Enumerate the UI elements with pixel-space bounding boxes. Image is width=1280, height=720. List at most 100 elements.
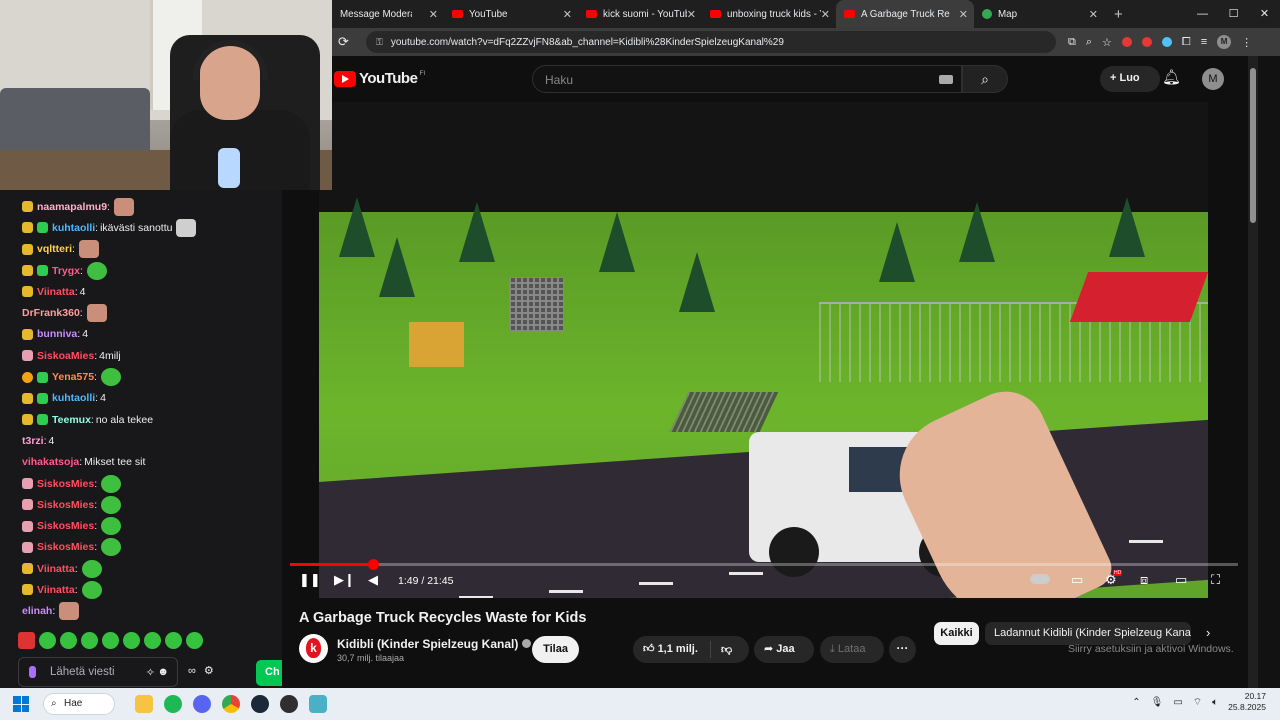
chrome-icon[interactable]: [222, 695, 240, 713]
speaker-icon[interactable]: 🔈︎: [1212, 697, 1218, 708]
subscribe-button[interactable]: Tilaa: [532, 636, 579, 663]
browser-tab[interactable]: unboxing truck kids - Yo ✕: [702, 0, 836, 28]
chat-badge-icon[interactable]: [22, 541, 33, 553]
close-tab-icon[interactable]: ✕: [1089, 8, 1098, 21]
theater-mode-icon[interactable]: ▭: [1175, 572, 1187, 588]
install-app-icon[interactable]: ⧉: [1068, 36, 1076, 49]
subtitles-icon[interactable]: ▭: [1071, 572, 1083, 588]
volume-icon[interactable]: ◀︎: [368, 572, 378, 588]
browser-tab[interactable]: Message Moderation - I ✕: [332, 0, 444, 28]
browser-tab[interactable]: Map ✕: [974, 0, 1104, 28]
bookmark-star-icon[interactable]: ☆: [1102, 36, 1112, 49]
chat-badge-icon[interactable]: [37, 392, 48, 404]
minimize-icon[interactable]: —: [1187, 0, 1218, 28]
browser-menu-icon[interactable]: ⋮: [1241, 36, 1252, 49]
chat-badge-icon[interactable]: [22, 371, 33, 383]
create-button[interactable]: + Luo: [1100, 66, 1160, 92]
emote-quick-bar[interactable]: [18, 632, 203, 649]
extensions-puzzle-icon[interactable]: ⧠: [1182, 36, 1191, 49]
chat-username[interactable]: kuhtaolli: [52, 392, 95, 404]
keyboard-icon[interactable]: [939, 75, 953, 84]
close-tab-icon[interactable]: ✕: [959, 8, 968, 21]
chat-username[interactable]: Viinatta: [37, 584, 75, 596]
chevron-right-icon[interactable]: ›: [1206, 625, 1210, 640]
chat-username[interactable]: DrFrank360: [22, 307, 80, 319]
channel-avatar[interactable]: k: [299, 634, 328, 663]
extension-red-icon[interactable]: [1121, 37, 1132, 47]
chat-message-input[interactable]: Lähetä viesti ✧ ☻: [18, 657, 178, 687]
browser-tab[interactable]: kick suomi - YouTube ✕: [578, 0, 702, 28]
chat-username[interactable]: elinah: [22, 605, 52, 617]
miniplayer-icon[interactable]: ⧈: [1140, 572, 1148, 588]
chat-badge-icon[interactable]: [22, 499, 33, 511]
download-button[interactable]: ⤓ Lataa: [820, 636, 884, 663]
close-window-icon[interactable]: ✕: [1249, 0, 1280, 28]
extension-adblock-icon[interactable]: [1141, 37, 1152, 47]
file-explorer-icon[interactable]: [135, 695, 153, 713]
chat-username[interactable]: Viinatta: [37, 563, 75, 575]
chat-username[interactable]: Viinatta: [37, 286, 75, 298]
chat-username[interactable]: Trygx: [52, 265, 80, 277]
chat-badge-icon[interactable]: [37, 371, 48, 383]
search-button[interactable]: ⌕: [962, 65, 1008, 93]
microphone-icon[interactable]: [29, 666, 36, 678]
display-icon[interactable]: ▭: [1173, 697, 1182, 708]
chat-username[interactable]: vqltteri: [37, 243, 72, 255]
emoji-icon[interactable]: ☻: [157, 666, 169, 678]
page-scrollbar[interactable]: [1248, 56, 1258, 688]
chat-username[interactable]: SiskosMies: [37, 478, 94, 490]
site-info-icon[interactable]: ⚿: [376, 37, 383, 48]
notifications-bell-icon[interactable]: 🔔︎: [1162, 68, 1181, 86]
youtube-logo[interactable]: YouTube FI: [334, 70, 425, 87]
steam-icon[interactable]: [251, 695, 269, 713]
autoplay-toggle[interactable]: [1030, 572, 1050, 587]
chat-username[interactable]: SiskosMies: [37, 499, 94, 511]
network-icon[interactable]: ⌔: [1193, 696, 1202, 709]
youtube-search-input[interactable]: Haku: [532, 65, 962, 93]
chat-username[interactable]: SiskosMies: [37, 541, 94, 553]
windows-start-icon[interactable]: [13, 696, 29, 712]
share-button[interactable]: ➦ Jaa: [754, 636, 814, 663]
browser-profile-avatar[interactable]: M: [1217, 35, 1232, 49]
scrollbar-thumb[interactable]: [1250, 68, 1256, 223]
chat-username[interactable]: Teemux: [52, 414, 91, 426]
fullscreen-icon[interactable]: ⛶: [1211, 572, 1220, 588]
chat-username[interactable]: kuhtaolli: [52, 222, 95, 234]
maximize-icon[interactable]: ☐: [1218, 0, 1249, 28]
channel-name[interactable]: Kidibli (Kinder Spielzeug Kanal): [337, 637, 532, 651]
chat-badge-icon[interactable]: [22, 350, 33, 362]
chat-badge-icon[interactable]: [37, 222, 48, 234]
address-bar[interactable]: ⚿ youtube.com/watch?v=dFq2ZZvjFN8&ab_cha…: [366, 31, 1056, 53]
chip-all[interactable]: Kaikki: [934, 622, 979, 645]
chat-username[interactable]: Yena575: [52, 371, 94, 383]
close-tab-icon[interactable]: ✕: [687, 8, 696, 21]
taskbar-search[interactable]: ⌕ Hae: [43, 693, 115, 715]
chat-badge-icon[interactable]: [37, 414, 48, 426]
chat-badge-icon[interactable]: [22, 563, 33, 575]
new-tab-button[interactable]: +: [1114, 6, 1123, 23]
chat-badge-icon[interactable]: [22, 392, 33, 404]
youtube-account-avatar[interactable]: M: [1202, 68, 1224, 90]
chat-username[interactable]: SiskoaMies: [37, 350, 94, 362]
browser-tab[interactable]: YouTube ✕: [444, 0, 578, 28]
chat-badge-icon[interactable]: [22, 222, 33, 234]
chat-username[interactable]: SiskosMies: [37, 520, 94, 532]
chat-username[interactable]: bunniva: [37, 328, 77, 340]
app-icon[interactable]: [309, 695, 327, 713]
infinity-icon[interactable]: ∞: [188, 665, 196, 677]
dislike-icon[interactable]: 👎︎: [711, 643, 732, 656]
close-tab-icon[interactable]: ✕: [821, 8, 830, 21]
chat-username[interactable]: t3rzi: [22, 435, 44, 447]
translate-icon[interactable]: ✧: [146, 666, 155, 679]
like-button[interactable]: 👍︎ 1,1 milj.: [633, 641, 711, 658]
chat-badge-icon[interactable]: [22, 478, 33, 489]
obs-icon[interactable]: [280, 695, 298, 713]
chat-badge-icon[interactable]: [22, 584, 33, 596]
microphone-icon[interactable]: 🎙︎: [1151, 697, 1164, 708]
settings-gear-icon[interactable]: ⚙ HD: [1105, 570, 1123, 588]
chat-badge-icon[interactable]: [22, 520, 33, 532]
gear-icon[interactable]: ⚙: [204, 664, 214, 677]
more-actions-button[interactable]: ···: [889, 636, 916, 663]
spotify-icon[interactable]: [164, 695, 182, 713]
chat-badge-icon[interactable]: [22, 201, 33, 213]
